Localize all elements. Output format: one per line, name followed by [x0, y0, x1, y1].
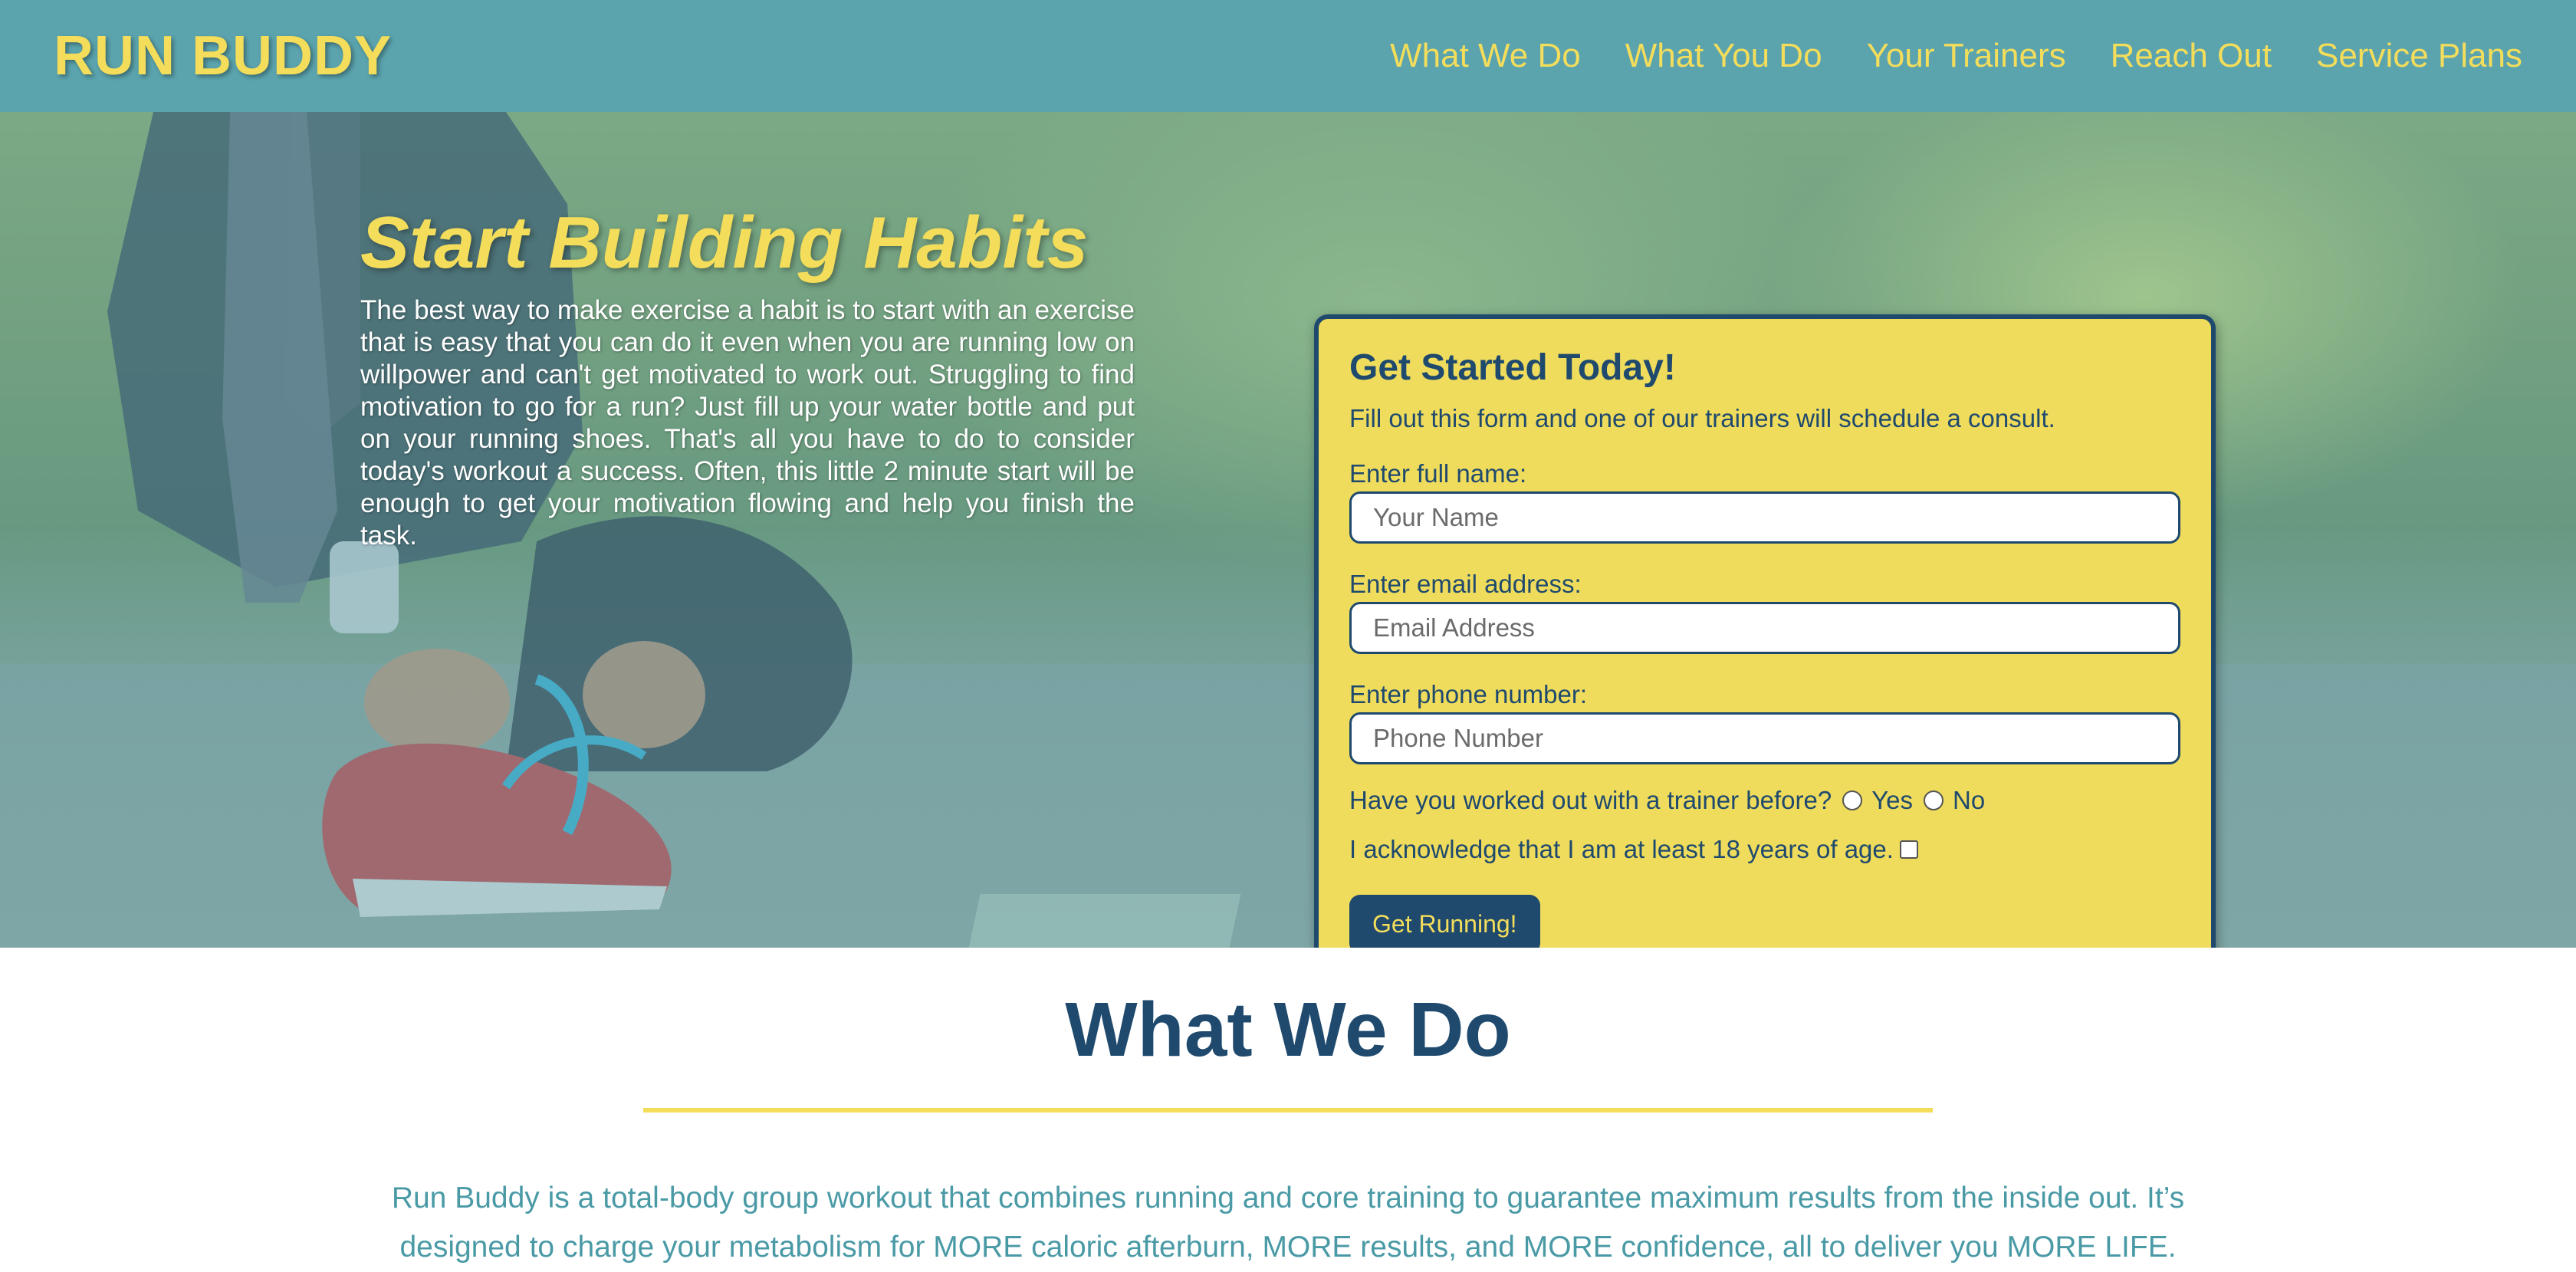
form-intro-text: Fill out this form and one of our traine… [1349, 404, 2055, 432]
radio-no[interactable] [1924, 790, 1944, 810]
form-title: Get Started Today! [1349, 347, 1676, 388]
nav-link-your-trainers[interactable]: Your Trainers [1867, 37, 2066, 75]
get-running-button[interactable]: Get Running! [1349, 895, 1540, 948]
site-header: RUN BUDDY What We Do What You Do Your Tr… [0, 0, 2576, 112]
radio-yes[interactable] [1842, 790, 1863, 810]
phone-label: Enter phone number: [1349, 680, 1588, 708]
nav-link-service-plans[interactable]: Service Plans [2316, 37, 2522, 75]
radio-yes-label: Yes [1871, 786, 1914, 814]
hero-title: Start Building Habits [360, 202, 1089, 284]
radio-no-label: No [1953, 786, 1986, 814]
trainer-question-label: Have you worked out with a trainer befor… [1349, 786, 1832, 814]
signup-form: Get Started Today! Fill out this form an… [1314, 314, 2216, 948]
what-we-do-body: Run Buddy is a total-body group workout … [391, 1182, 2185, 1264]
nav-link-what-we-do[interactable]: What We Do [1390, 37, 1581, 75]
section-divider [643, 1108, 1933, 1113]
name-label: Enter full name: [1349, 459, 1527, 488]
email-label: Enter email address: [1349, 570, 1582, 598]
hero-text-block: Start Building Habits The best way to ma… [360, 202, 1135, 552]
main-nav: What We Do What You Do Your Trainers Rea… [1390, 37, 2522, 75]
age-ack-label: I acknowledge that I am at least 18 year… [1349, 835, 1894, 863]
site-logo[interactable]: RUN BUDDY [54, 25, 392, 87]
trainer-question-row: Have you worked out with a trainer befor… [1349, 786, 2180, 815]
what-we-do-title: What We Do [1065, 987, 1511, 1073]
age-ack-row: I acknowledge that I am at least 18 year… [1349, 835, 2180, 864]
phone-input[interactable] [1349, 712, 2180, 764]
age-ack-checkbox[interactable] [1899, 840, 1918, 859]
what-we-do-section: What We Do Run Buddy is a total-body gro… [0, 948, 2576, 1264]
nav-link-reach-out[interactable]: Reach Out [2111, 37, 2272, 75]
email-input[interactable] [1349, 602, 2180, 654]
nav-link-what-you-do[interactable]: What You Do [1625, 37, 1822, 75]
hero-body-text: The best way to make exercise a habit is… [360, 294, 1135, 551]
hero-section: Start Building Habits The best way to ma… [0, 112, 2576, 948]
name-input[interactable] [1349, 491, 2180, 544]
